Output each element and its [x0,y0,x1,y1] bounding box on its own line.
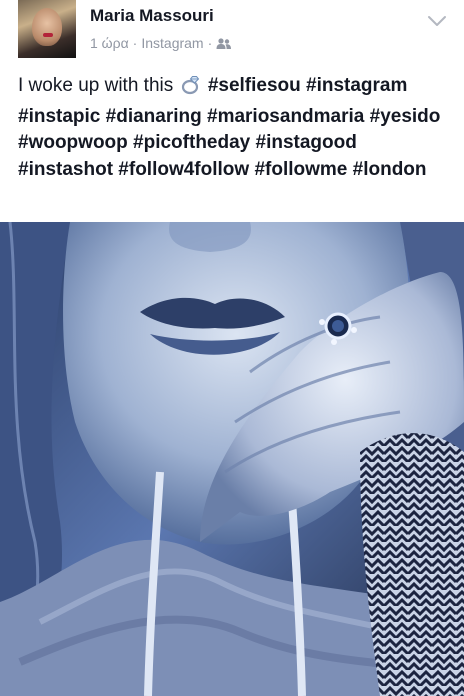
meta-separator: · [132,35,138,51]
post-photo[interactable] [0,222,464,696]
post-time[interactable]: 1 ώρα [90,35,129,51]
post-hashtags-line1[interactable]: #selfiesou #instagram [208,75,408,96]
friends-icon [216,37,232,53]
post-meta: 1 ώρα · Instagram · [90,35,232,53]
post-hashtags[interactable]: #instapic #dianaring #mariosandmaria #ye… [18,106,440,180]
avatar[interactable] [18,0,76,58]
post-header: Maria Massouri 1 ώρα · Instagram · [0,0,464,62]
ring-icon [180,73,202,104]
author-name[interactable]: Maria Massouri [90,6,214,26]
post-text: I woke up with this #selfiesou #instagra… [18,73,454,183]
meta-separator: · [207,35,213,51]
post-text-intro: I woke up with this [18,75,174,96]
post-source[interactable]: Instagram [141,35,203,51]
chevron-down-icon[interactable] [426,12,448,30]
